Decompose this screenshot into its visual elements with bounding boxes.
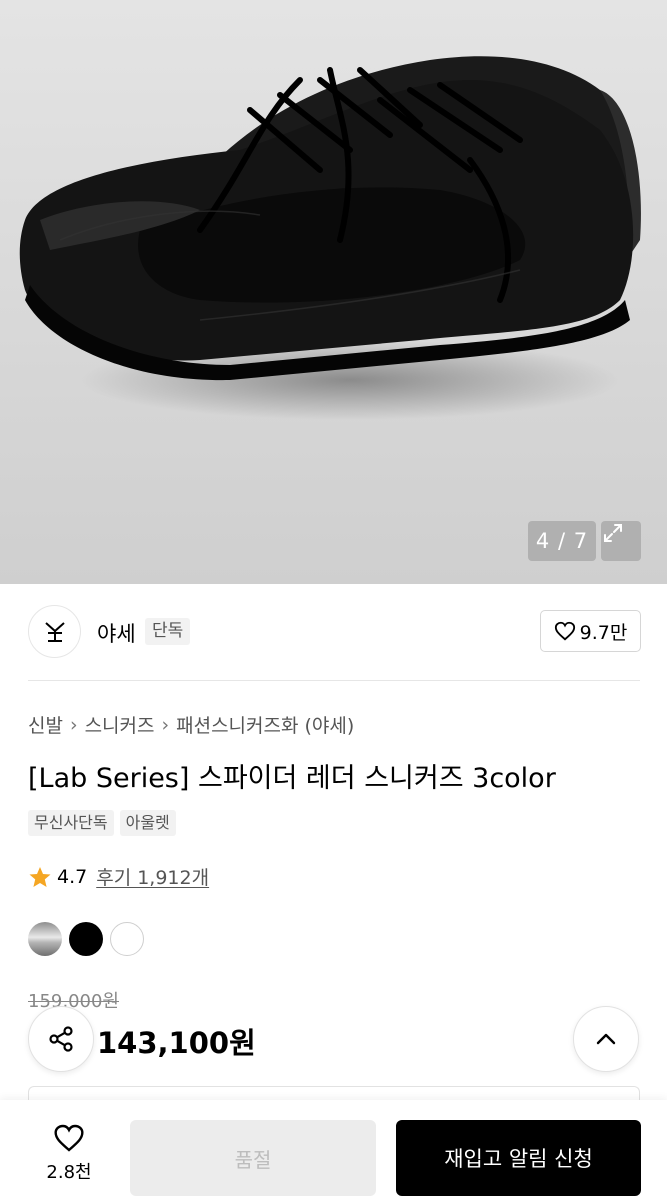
wishlist-button[interactable]: 2.8천 bbox=[30, 1122, 108, 1184]
brand-logo-icon bbox=[44, 621, 65, 642]
brand-like-button[interactable]: 9.7만 bbox=[540, 610, 641, 652]
scroll-top-button[interactable] bbox=[573, 1006, 639, 1072]
sale-price: 143,100원 bbox=[97, 1026, 256, 1060]
breadcrumb-item-shoes[interactable]: 신발 bbox=[28, 711, 63, 738]
chevron-right-icon: › bbox=[161, 713, 170, 736]
expand-icon bbox=[604, 524, 622, 542]
heart-icon bbox=[554, 621, 575, 641]
share-button[interactable] bbox=[28, 1006, 94, 1072]
expand-button[interactable] bbox=[601, 521, 641, 561]
rating-summary: 4.7 후기 1,912개 bbox=[28, 863, 209, 890]
breadcrumb: 신발 › 스니커즈 › 패션스니커즈화 (야세) bbox=[28, 711, 354, 738]
rating-score: 4.7 bbox=[57, 865, 88, 888]
brand-name[interactable]: 야세 bbox=[97, 618, 136, 648]
tag-outlet: 아울렛 bbox=[119, 810, 176, 836]
product-image-gallery[interactable]: 4 / 7 bbox=[0, 0, 667, 584]
chevron-up-icon bbox=[596, 1033, 616, 1045]
reviews-link[interactable]: 후기 1,912개 bbox=[96, 863, 209, 890]
color-swatch-black[interactable] bbox=[69, 922, 103, 956]
product-tags: 무신사단독 아울렛 bbox=[28, 810, 176, 836]
share-icon bbox=[49, 1026, 73, 1052]
brand-like-count: 9.7만 bbox=[579, 621, 628, 644]
color-swatch-silver[interactable] bbox=[28, 922, 62, 956]
restock-alert-button[interactable]: 재입고 알림 신청 bbox=[396, 1120, 641, 1196]
brand-logo[interactable] bbox=[28, 605, 81, 658]
color-swatch-white[interactable] bbox=[110, 922, 144, 956]
product-photo-sneakers bbox=[19, 56, 641, 420]
breadcrumb-item-sneakers[interactable]: 스니커즈 bbox=[85, 711, 155, 738]
star-icon bbox=[29, 866, 51, 887]
tag-musinsa-exclusive: 무신사단독 bbox=[28, 810, 114, 836]
color-options bbox=[28, 922, 144, 956]
soldout-button: 품절 bbox=[130, 1120, 376, 1196]
wishlist-count: 2.8천 bbox=[46, 1162, 92, 1183]
brand-exclusive-badge: 단독 bbox=[145, 618, 191, 645]
heart-icon bbox=[54, 1124, 84, 1152]
chevron-right-icon: › bbox=[69, 713, 78, 736]
divider bbox=[28, 680, 640, 681]
breadcrumb-item-fashion-sneakers[interactable]: 패션스니커즈화 (야세) bbox=[176, 711, 354, 738]
image-counter: 4 / 7 bbox=[528, 521, 596, 561]
product-title: [Lab Series] 스파이더 레더 스니커즈 3color bbox=[28, 763, 556, 794]
